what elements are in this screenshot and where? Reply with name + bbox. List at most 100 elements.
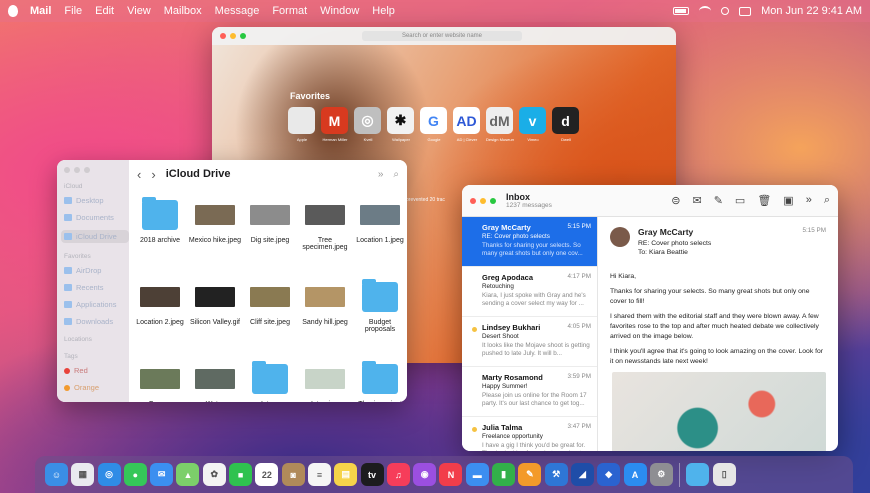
sidebar-tag-orange[interactable]: Orange bbox=[64, 383, 129, 392]
sidebar-item-recents[interactable]: Recents bbox=[64, 283, 129, 292]
message-row[interactable]: Greg Apodaca 4:17 PM Retouching Kiara, I ju… bbox=[462, 267, 597, 317]
favorite-tile[interactable]: Apple bbox=[288, 107, 316, 142]
minimize-button[interactable] bbox=[480, 197, 486, 204]
favorite-tile[interactable]: G Google bbox=[420, 107, 448, 142]
xcode-icon[interactable]: ⚒ bbox=[544, 463, 568, 486]
sidebar-item-downloads[interactable]: Downloads bbox=[64, 317, 129, 326]
sidebar-item-airdrop[interactable]: AirDrop bbox=[64, 266, 129, 275]
file-item[interactable]: Water bbox=[188, 362, 242, 402]
favorite-tile[interactable]: M Herman Miller bbox=[321, 107, 349, 142]
back-icon[interactable]: ‹ bbox=[137, 167, 141, 182]
forward-icon[interactable]: › bbox=[151, 167, 155, 182]
mail-icon[interactable]: ✉ bbox=[150, 463, 174, 486]
file-item[interactable]: Thesis project bbox=[353, 361, 407, 402]
zoom-button[interactable] bbox=[240, 33, 246, 39]
keynote-icon[interactable]: ▬ bbox=[465, 463, 489, 486]
search-icon[interactable]: ⌕ bbox=[824, 194, 830, 207]
control-center-icon[interactable] bbox=[739, 6, 752, 16]
file-item[interactable]: Mexico hike.jpeg bbox=[188, 198, 242, 274]
favorite-tile[interactable]: d Dwell bbox=[552, 107, 580, 142]
calendar-icon[interactable]: 22 bbox=[255, 463, 279, 486]
compose-icon[interactable]: ✎ bbox=[714, 194, 723, 207]
sidebar-item-documents[interactable]: Documents bbox=[64, 213, 129, 222]
message-row[interactable]: Lindsey Bukhari 4:05 PM Desert Shoot It loo… bbox=[462, 317, 597, 367]
system-preferences-icon[interactable]: ⚙ bbox=[649, 463, 673, 486]
message-row[interactable]: Marty Rosamond 3:59 PM Happy Summer! Please… bbox=[462, 367, 597, 417]
instruments-icon[interactable]: ◢ bbox=[570, 463, 594, 486]
sidebar-item-applications[interactable]: Applications bbox=[64, 300, 129, 309]
music-icon[interactable]: ♫ bbox=[386, 463, 410, 486]
close-button[interactable] bbox=[64, 167, 70, 173]
favorite-tile[interactable]: AD AD | Clever bbox=[453, 107, 481, 142]
file-item[interactable]: Location 2.jpeg bbox=[133, 280, 187, 356]
menu-edit[interactable]: Edit bbox=[95, 5, 114, 17]
app-store-icon[interactable]: A bbox=[623, 463, 647, 486]
menu-clock[interactable]: Mon Jun 22 9:41 AM bbox=[761, 5, 862, 17]
zoom-button[interactable] bbox=[84, 167, 90, 173]
launchpad-icon[interactable]: ▦ bbox=[71, 463, 95, 486]
favorite-tile[interactable]: dM Design Museum bbox=[486, 107, 514, 142]
file-item[interactable]: Tree specimen.jpeg bbox=[298, 198, 352, 274]
maps-icon[interactable]: ▲ bbox=[176, 463, 200, 486]
minimize-button[interactable] bbox=[230, 33, 236, 39]
podcasts-icon[interactable]: ◉ bbox=[413, 463, 437, 486]
file-item[interactable]: Location 1.jpeg bbox=[353, 198, 407, 274]
safari-icon[interactable]: ◎ bbox=[97, 463, 121, 486]
numbers-icon[interactable]: ▮ bbox=[492, 463, 516, 486]
battery-icon[interactable] bbox=[673, 7, 690, 15]
file-item[interactable]: 2018 archive bbox=[133, 197, 187, 274]
photos-icon[interactable]: ✿ bbox=[202, 463, 226, 486]
finder-icon[interactable]: ☺ bbox=[45, 463, 68, 486]
file-item[interactable]: Cliff site.jpeg bbox=[243, 280, 297, 356]
favorite-tile[interactable]: ✱ Wallpaper bbox=[387, 107, 415, 142]
sidebar-item-icloud-drive[interactable]: iCloud Drive bbox=[61, 230, 129, 243]
notes-icon[interactable]: ▤ bbox=[334, 463, 358, 486]
contacts-icon[interactable]: ◙ bbox=[281, 463, 305, 486]
downloads-folder-icon[interactable] bbox=[686, 463, 710, 486]
junk-icon[interactable]: ▣ bbox=[783, 194, 793, 207]
archive-icon[interactable]: ▭ bbox=[735, 194, 745, 207]
menu-file[interactable]: File bbox=[64, 5, 82, 17]
envelope-icon[interactable]: ✉ bbox=[692, 194, 701, 207]
file-item[interactable]: Interview bbox=[298, 362, 352, 402]
attached-image[interactable] bbox=[612, 372, 826, 451]
sidebar-tag-red[interactable]: Red bbox=[64, 366, 129, 375]
close-button[interactable] bbox=[470, 197, 476, 204]
menu-mailbox[interactable]: Mailbox bbox=[164, 5, 202, 17]
pixelmator-icon[interactable]: ◆ bbox=[597, 463, 621, 486]
search-icon[interactable]: ⌕ bbox=[393, 169, 399, 180]
file-item[interactable]: Sandy hill.jpeg bbox=[298, 280, 352, 356]
menu-format[interactable]: Format bbox=[272, 5, 307, 17]
sidebar-item-desktop[interactable]: Desktop bbox=[64, 196, 129, 205]
apple-menu-icon[interactable] bbox=[8, 5, 18, 17]
tv-icon[interactable]: tv bbox=[360, 463, 384, 486]
facetime-icon[interactable]: ■ bbox=[229, 463, 253, 486]
zoom-button[interactable] bbox=[490, 197, 496, 204]
message-row[interactable]: Julia Talma 3:47 PM Freelance opportunity I… bbox=[462, 417, 597, 451]
menu-message[interactable]: Message bbox=[215, 5, 260, 17]
pages-icon[interactable]: ✎ bbox=[518, 463, 542, 486]
more-icon[interactable]: » bbox=[378, 169, 384, 180]
favorite-tile[interactable]: v Vimeo bbox=[519, 107, 547, 142]
favorite-tile[interactable]: ◎ Kvell bbox=[354, 107, 382, 142]
menu-help[interactable]: Help bbox=[372, 5, 395, 17]
trash-icon[interactable]: 🗑 bbox=[757, 194, 771, 207]
minimize-button[interactable] bbox=[74, 167, 80, 173]
news-icon[interactable]: N bbox=[439, 463, 463, 486]
file-item[interactable]: Oregon bbox=[133, 362, 187, 402]
file-item[interactable]: Budget proposals bbox=[353, 279, 407, 356]
trash-icon[interactable]: ▯ bbox=[712, 463, 736, 486]
close-button[interactable] bbox=[220, 33, 226, 39]
wifi-icon[interactable] bbox=[699, 6, 712, 16]
spotlight-icon[interactable] bbox=[721, 7, 730, 15]
message-row[interactable]: Gray McCarty 5:15 PM RE: Cover photo selec… bbox=[462, 217, 597, 267]
file-item[interactable]: Dig site.jpeg bbox=[243, 198, 297, 274]
address-bar[interactable]: Search or enter website name bbox=[362, 31, 522, 41]
file-item[interactable]: Silicon Valley.gif bbox=[188, 280, 242, 356]
menu-window[interactable]: Window bbox=[320, 5, 359, 17]
messages-icon[interactable]: ● bbox=[123, 463, 147, 486]
menu-view[interactable]: View bbox=[127, 5, 151, 17]
menu-app-name[interactable]: Mail bbox=[30, 5, 51, 17]
more-icon[interactable]: » bbox=[806, 194, 812, 207]
file-item[interactable]: Intern bbox=[243, 361, 297, 402]
